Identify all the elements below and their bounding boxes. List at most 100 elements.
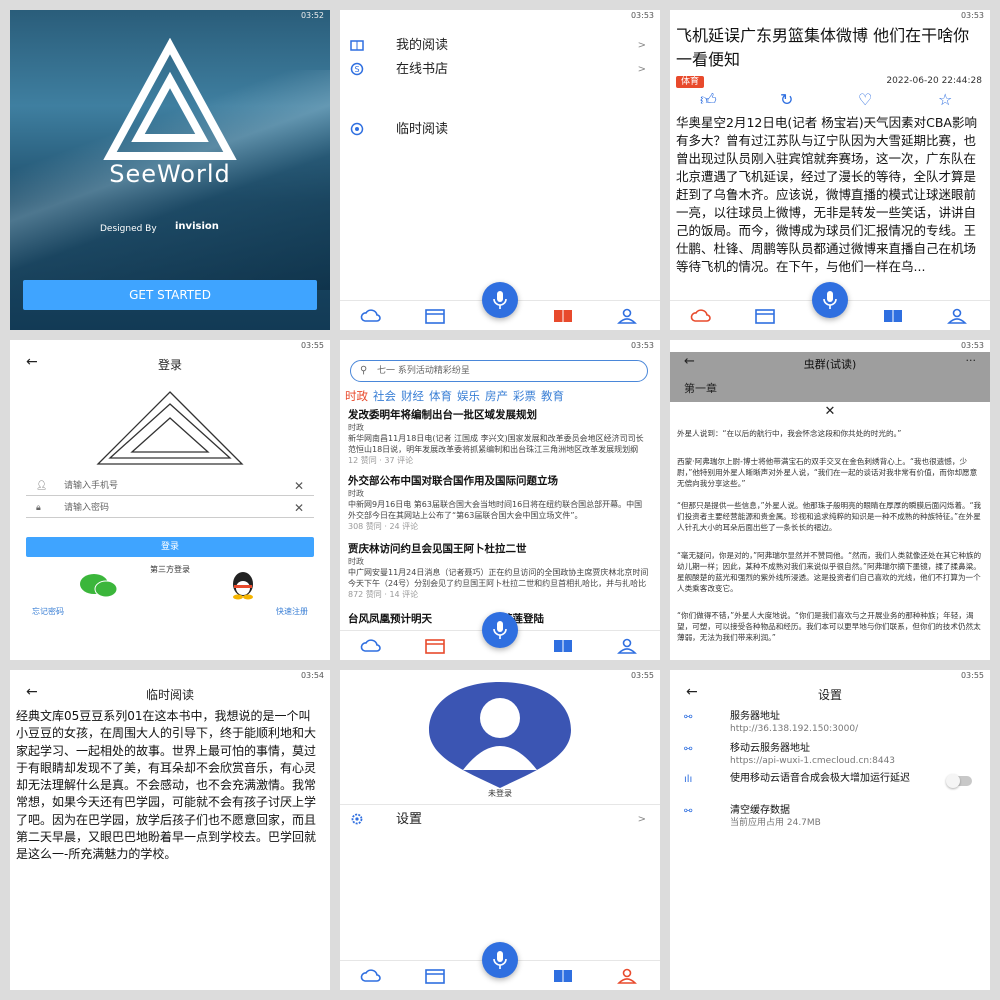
search-input[interactable]: ⚲ 七一 系列活动精彩纷呈	[350, 360, 648, 382]
calendar-icon[interactable]	[754, 307, 776, 325]
phone-placeholder: 请输入手机号	[64, 481, 119, 491]
article-headline: 飞机延误广东男篮集体微博 他们在干啥你一看便知	[676, 26, 970, 69]
register-link[interactable]: 快速注册	[276, 606, 308, 617]
screenshot-grid: SeeWorld Designed By invision GET STARTE…	[0, 0, 1000, 1000]
cloud-add-icon[interactable]	[360, 637, 382, 655]
article-meta: 体育 2022-06-20 22:44:28	[676, 76, 982, 88]
voice-mic-button[interactable]	[482, 282, 518, 318]
microphone-icon	[493, 951, 507, 969]
password-field[interactable]: 🔒︎ 请输入密码 ✕	[26, 498, 314, 518]
book-tab-icon[interactable]	[552, 637, 574, 655]
news-item[interactable]: 发改委明年将编制出台一批区域发展规划 时政 新华网南昌11月18日电(记者 江国…	[348, 408, 650, 466]
invision-logo: invision	[175, 221, 219, 232]
link-icon: ⚯	[684, 712, 693, 723]
news-item[interactable]: 贾庆林访问约旦会见国王阿卜杜拉二世 时政 中广网安曼11月24日消息（记者聂巧）…	[348, 542, 650, 600]
voice-mic-button[interactable]	[482, 612, 518, 648]
menu-item-temp-reading[interactable]: 临时阅读	[350, 120, 646, 140]
tab-lottery[interactable]: 彩票	[513, 389, 536, 403]
heart-icon[interactable]: ♡	[858, 90, 872, 109]
news-category: 时政	[348, 557, 364, 566]
status-bar: 03:53	[340, 10, 660, 22]
setting-server-address[interactable]: ⚯ 服务器地址 http://36.138.192.150:3000/	[684, 710, 972, 738]
profile-screen: 03:55 未登录 设置 >	[340, 670, 660, 990]
avatar-pin-icon[interactable]	[425, 678, 575, 790]
user-icon[interactable]	[616, 637, 638, 655]
tab-society[interactable]: 社会	[373, 389, 396, 403]
cloud-tts-toggle[interactable]	[946, 774, 972, 788]
status-time: 03:53	[960, 11, 984, 20]
news-item[interactable]: 外交部公布中国对联合国作用及国际问题立场 时政 中新网9月16日电 第63届联合…	[348, 474, 650, 532]
phone-field[interactable]: 👤︎ 请输入手机号 ✕	[26, 476, 314, 496]
gear-icon	[350, 812, 364, 826]
setting-cloud-server-address[interactable]: ⚯ 移动云服务器地址 https://api-wuxi-1.cmecloud.c…	[684, 742, 972, 770]
book-paragraph: 外星人说到：“在以后的航行中，我会怀念这段和你共处的时光的。”	[677, 429, 902, 438]
tab-finance[interactable]: 财经	[401, 389, 424, 403]
link-icon: ⚯	[684, 744, 693, 755]
book-tab-icon[interactable]	[552, 307, 574, 325]
tab-sports[interactable]: 体育	[429, 389, 452, 403]
book-paragraph: “但那只是提供一些信息，”外星人说。他那珠子般明亮的眼睛在厚厚的瞬膜后面闪烁着。…	[677, 501, 982, 532]
setting-value: 当前应用占用 24.7MB	[730, 818, 821, 828]
news-summary: 中广网安曼11月24日消息（记者聂巧）正在约旦访问的全国政协主席贾庆林北京时间今…	[348, 568, 649, 588]
setting-label: 移动云服务器地址	[730, 743, 810, 754]
tab-realestate[interactable]: 房产	[485, 389, 508, 403]
wechat-icon[interactable]	[78, 572, 120, 598]
voice-mic-button[interactable]	[812, 282, 848, 318]
menu-item-label: 在线书店	[396, 62, 449, 77]
calendar-icon[interactable]	[424, 307, 446, 325]
store-icon: S	[350, 62, 364, 76]
news-category: 时政	[348, 489, 364, 498]
cloud-add-icon[interactable]	[360, 967, 382, 985]
third-party-login-label: 第三方登录	[150, 565, 190, 574]
login-button[interactable]: 登录	[26, 537, 314, 557]
setting-label: 清空缓存数据	[730, 805, 790, 816]
page-title: 设置	[817, 688, 842, 702]
tab-politics[interactable]: 时政	[345, 389, 368, 403]
penrose-triangle-logo	[103, 38, 237, 160]
status-bar: 03:55	[10, 340, 330, 352]
audio-wave-icon: ılı	[684, 774, 693, 785]
book-paragraph: “毫无疑问，你是对的，”阿弗瑞尔显然并不赞同他。“然而，我们人类就像还处在其它种…	[677, 551, 982, 593]
user-icon[interactable]	[616, 967, 638, 985]
setting-clear-cache[interactable]: ⚯ 清空缓存数据 当前应用占用 24.7MB	[684, 804, 972, 832]
tab-entertainment[interactable]: 娱乐	[457, 389, 480, 403]
status-time: 03:53	[630, 341, 654, 350]
tab-education[interactable]: 教育	[541, 389, 564, 403]
close-icon[interactable]: ✕	[670, 404, 990, 419]
menu-item-online-store[interactable]: S 在线书店 >	[350, 60, 646, 80]
share-icon[interactable]: ↻	[780, 90, 793, 109]
book-tab-icon[interactable]	[882, 307, 904, 325]
thumbs-up-icon[interactable]: 👍︎	[700, 90, 717, 110]
cloud-add-icon[interactable]	[360, 307, 382, 325]
menu-item-label: 临时阅读	[396, 122, 449, 137]
voice-mic-button[interactable]	[482, 942, 518, 978]
book-title: 虫群(试读)	[803, 358, 857, 371]
menu-item-settings[interactable]: 设置 >	[350, 810, 646, 830]
more-icon[interactable]: ···	[966, 354, 977, 367]
setting-cloud-tts[interactable]: ılı 使用移动云语音合成会极大增加运行延迟	[684, 772, 972, 800]
password-placeholder: 请输入密码	[64, 503, 110, 513]
page-title: 临时阅读	[145, 688, 194, 702]
cloud-add-icon[interactable]	[690, 307, 712, 325]
clear-icon[interactable]: ✕	[294, 476, 304, 496]
category-tabs: 时政 社会 财经 体育 娱乐 房产 彩票 教育	[345, 388, 660, 404]
clear-icon[interactable]: ✕	[294, 498, 304, 518]
news-title: 外交部公布中国对联合国作用及国际问题立场	[348, 475, 558, 487]
star-icon[interactable]: ☆	[938, 90, 952, 109]
book-tab-icon[interactable]	[552, 967, 574, 985]
article-screen: 03:53 飞机延误广东男篮集体微博 他们在干啥你一看便知 体育 2022-06…	[670, 10, 990, 330]
user-icon[interactable]	[616, 307, 638, 325]
status-bar: 03:53	[340, 340, 660, 352]
menu-item-my-reading[interactable]: 我的阅读 >	[350, 36, 646, 56]
lock-icon: 🔒︎	[36, 503, 41, 513]
calendar-icon[interactable]	[424, 637, 446, 655]
get-started-button[interactable]: GET STARTED	[23, 280, 317, 310]
user-icon[interactable]	[946, 307, 968, 325]
calendar-icon[interactable]	[424, 967, 446, 985]
news-summary: 新华网南昌11月18日电(记者 江国成 李兴文)国家发展和改革委员会地区经济司司…	[348, 434, 644, 454]
qq-icon[interactable]	[228, 570, 258, 600]
status-bar: 03:52	[10, 10, 330, 22]
toggle-knob	[946, 774, 960, 788]
forgot-password-link[interactable]: 忘记密码	[32, 606, 64, 617]
status-bar: 03:53	[670, 340, 990, 352]
